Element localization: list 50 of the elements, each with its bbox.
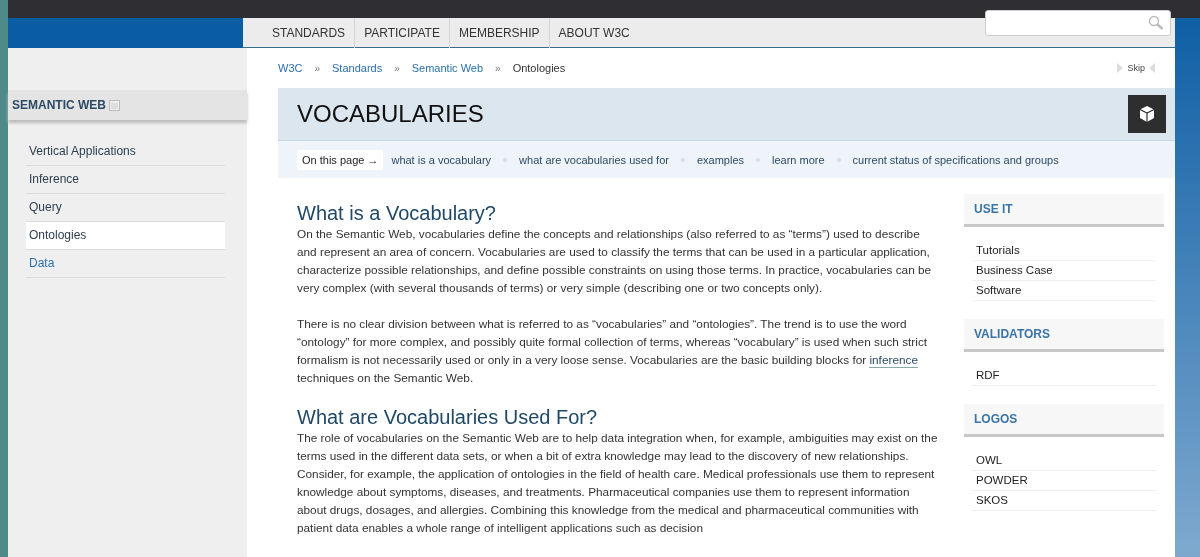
sidebar-link[interactable]: RDF <box>972 366 1156 386</box>
breadcrumb-separator: » <box>394 62 400 74</box>
breadcrumb-separator: » <box>314 62 320 74</box>
sidebar-link[interactable]: OWL <box>972 451 1156 471</box>
page-anchor-link[interactable]: examples <box>696 153 744 166</box>
section-title: LOGOS <box>964 404 1164 437</box>
page-anchor-link[interactable]: what are vocabularies used for <box>519 153 669 166</box>
inference-link[interactable]: inference <box>869 353 918 368</box>
nav-link[interactable]: STANDARDS <box>263 17 356 48</box>
page-anchor-link[interactable]: learn more <box>772 153 825 166</box>
nav-link[interactable]: ABOUT W3C <box>549 17 639 48</box>
section-title: VALIDATORS <box>964 319 1164 352</box>
separator-dot <box>836 157 841 162</box>
cube-icon <box>1138 105 1156 123</box>
breadcrumb-separator: » <box>495 62 501 74</box>
section-heading: What are Vocabularies Used For? <box>297 405 599 429</box>
breadcrumb-link[interactable]: W3C <box>278 62 303 74</box>
paragraph: The role of vocabularies on the Semantic Web are to help data integration when, for example, ambiguities may exist on the terms used in the different data sets, or when a bit of extra knowledge may lead to the discovery of new relationships. Consider, for example, the application of ontologies in the field of health care. Medical professionals use them to represent knowledge about symptoms, diseases, and treatments. Pharmaceutical companies use them to represent information about drugs, dosages, and allergies. Combining this knowledge from the medical and pharmaceutical communities with patient data enables a whole range of intelligent applications such as decision <box>297 430 939 537</box>
separator-dot <box>680 157 685 162</box>
search-icon <box>1148 15 1164 31</box>
paragraph: On the Semantic Web, vocabularies define the concepts and relationships (also referred to as “terms”) used to describe and represent an area of concern. Vocabularies are used to classify the terms that can be used in a particular application, characterize possible relationships, and define possible constraints on using those terms. In practice, vocabularies can be very complex (with several thousands of terms) or very simple (describing one or two concepts only). <box>297 226 933 297</box>
on-this-page-label: On this page → <box>297 149 384 170</box>
nav-link[interactable]: PARTICIPATE <box>355 17 450 48</box>
sidebar-link[interactable]: Business Case <box>972 261 1156 281</box>
page-title: VOCABULARIES <box>297 100 485 128</box>
skip-link[interactable]: Skip <box>1117 63 1155 73</box>
section-title: USE IT <box>964 194 1164 227</box>
sidebar-link[interactable]: POWDER <box>972 471 1156 491</box>
sidebar-item[interactable]: Inference <box>26 166 225 194</box>
sidebar-link[interactable]: SKOS <box>972 491 1156 511</box>
breadcrumb-link[interactable]: Ontologies <box>512 62 566 74</box>
sidebar-item[interactable]: Data <box>26 250 225 278</box>
breadcrumb-link[interactable]: Standards <box>332 62 383 74</box>
search-field[interactable] <box>985 10 1171 36</box>
sidebar-item[interactable]: Vertical Applications <box>26 138 225 166</box>
right-triangle-icon <box>1117 63 1124 73</box>
cube-button[interactable] <box>1128 95 1166 133</box>
sidebar-link[interactable]: Tutorials <box>972 241 1156 261</box>
section-heading: What is a Vocabulary? <box>297 201 497 225</box>
left-triangle-icon <box>1149 63 1155 73</box>
page-anchor-link[interactable]: what is a vocabulary <box>391 153 492 166</box>
menu-icon[interactable] <box>109 99 120 111</box>
sidebar-item[interactable]: Ontologies <box>26 222 225 250</box>
page-anchor-link[interactable]: current status of specifications and groups <box>852 153 1059 166</box>
paragraph: There is no clear division between what is referred to as “vocabularies” and “ontologies”. The trend is to use the word “ontology” for more complex, and possibly quite formal collection of terms, whereas “vocabulary” is used when such strict formalism is not necessarily used or only in a very loose sense. Vocabularies are the basic building blocks for inference techniques on the Semantic Web. <box>297 316 929 387</box>
sidebar-link[interactable]: Software <box>972 281 1156 301</box>
sidebar-title-text: SEMANTIC WEB <box>12 98 106 112</box>
nav-link[interactable]: MEMBERSHIP <box>449 17 550 48</box>
breadcrumb-link[interactable]: Semantic Web <box>411 62 484 74</box>
separator-dot <box>503 157 508 162</box>
